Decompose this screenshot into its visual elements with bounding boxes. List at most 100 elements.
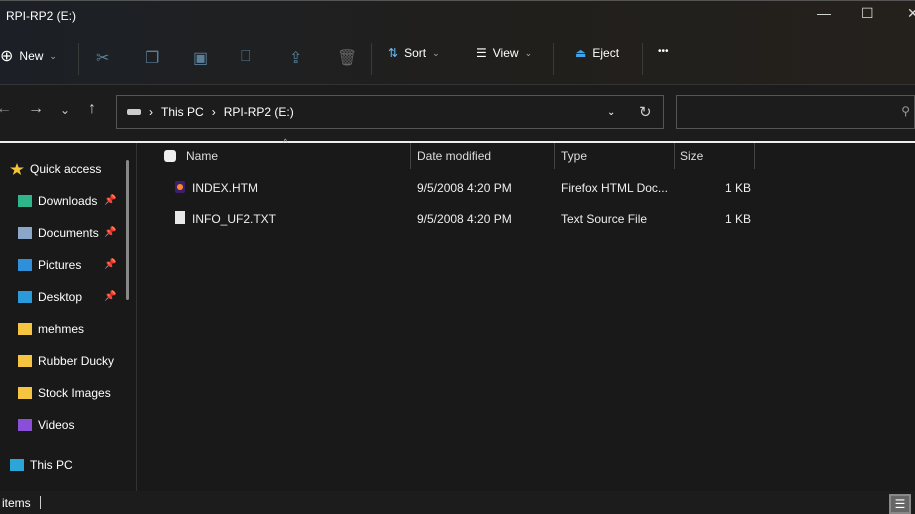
plus-circle-icon: ⊕ [0, 48, 14, 65]
address-dropdown-icon[interactable]: ⌄ [607, 107, 615, 118]
picture-icon [18, 259, 32, 271]
eject-button[interactable]: ⏏ Eject [575, 46, 619, 60]
more-button[interactable]: ••• [658, 46, 669, 57]
details-view-icon[interactable]: ☰ [889, 494, 911, 514]
column-divider[interactable] [410, 143, 411, 169]
desktop-icon [18, 291, 32, 303]
forward-icon[interactable]: → [28, 100, 44, 118]
view-icon: ☰ [476, 46, 487, 60]
recent-chevron-icon[interactable]: ⌄ [60, 103, 70, 117]
pin-icon: 📌 [104, 195, 117, 206]
minimize-button[interactable]: — [817, 5, 831, 21]
file-type: Text Source File [561, 212, 648, 226]
file-name: INDEX.HTM [192, 181, 258, 195]
delete-icon[interactable]: 🗑 [337, 48, 357, 68]
video-icon [18, 419, 32, 431]
sidebar-item-label: Pictures [38, 258, 82, 272]
sidebar-item-label: mehmes [38, 322, 85, 336]
file-row[interactable]: INDEX.HTM 9/5/2008 4:20 PM Firefox HTML … [138, 176, 915, 200]
star-icon [10, 163, 24, 175]
share-icon[interactable]: ⇪ [289, 48, 302, 68]
drive-icon [127, 109, 141, 115]
sort-up-icon: ^ [283, 138, 288, 149]
sidebar-item-quick-access[interactable]: Quick access [10, 162, 110, 176]
chevron-down-icon: ⌄ [524, 47, 533, 58]
view-button[interactable]: ☰ View ⌄ [476, 46, 532, 60]
sidebar-item-label: Desktop [38, 290, 83, 304]
rename-icon[interactable]: ⎕ [241, 48, 251, 66]
divider [40, 496, 41, 509]
sidebar-item-mehmes[interactable]: mehmes [18, 322, 118, 336]
breadcrumb-this-pc[interactable]: This PC [161, 105, 204, 119]
file-row[interactable]: INFO_UF2.TXT 9/5/2008 4:20 PM Text Sourc… [138, 207, 915, 231]
sidebar-item-label: Rubber Ducky P [38, 354, 118, 368]
close-button[interactable]: ✕ [907, 5, 915, 22]
select-all-checkbox[interactable] [164, 150, 176, 162]
computer-icon [10, 459, 24, 471]
sidebar-item-stock-images[interactable]: Stock Images [18, 386, 118, 400]
refresh-icon[interactable]: ↻ [639, 103, 652, 121]
sidebar-item-downloads[interactable]: Downloads [18, 194, 118, 208]
divider [371, 43, 372, 75]
column-date-modified[interactable]: Date modified [417, 149, 491, 163]
folder-icon [18, 387, 32, 399]
file-name: INFO_UF2.TXT [192, 212, 277, 226]
sort-button[interactable]: ⇅ Sort ⌄ [388, 46, 440, 60]
address-bar[interactable]: › This PC › RPI-RP2 (E:) ⌄ ↻ [116, 95, 664, 129]
sidebar-item-label: Quick access [30, 162, 102, 176]
chevron-down-icon: ⌄ [49, 50, 57, 61]
copy-icon[interactable]: ❐ [145, 48, 159, 68]
eject-icon: ⏏ [575, 46, 587, 60]
new-label: New [19, 49, 44, 63]
sidebar-item-label: This PC [30, 458, 73, 472]
sidebar-item-pictures[interactable]: Pictures [18, 258, 118, 272]
sidebar-item-rubber-ducky-p[interactable]: Rubber Ducky P [18, 354, 118, 368]
folder-icon [18, 323, 32, 335]
sidebar-item-label: Documents [38, 226, 99, 240]
sort-label: Sort [404, 46, 427, 60]
sidebar-item-videos[interactable]: Videos [18, 418, 118, 432]
breadcrumb-drive[interactable]: RPI-RP2 (E:) [224, 105, 294, 119]
divider [553, 43, 554, 75]
column-divider[interactable] [754, 143, 755, 169]
new-button[interactable]: ⊕ New ⌄ [0, 46, 57, 66]
sidebar-item-desktop[interactable]: Desktop [18, 290, 118, 304]
divider [78, 43, 79, 75]
column-name[interactable]: Name [186, 149, 218, 163]
column-size[interactable]: Size [680, 149, 703, 163]
paste-icon[interactable]: ▣ [193, 48, 208, 68]
column-header: ^ Name Date modified Type Size [138, 138, 915, 169]
file-date: 9/5/2008 4:20 PM [417, 212, 512, 226]
firefox-html-icon [175, 181, 185, 193]
text-file-icon [175, 211, 185, 224]
window-title: RPI-RP2 (E:) [6, 9, 77, 23]
sidebar-item-documents[interactable]: Documents [18, 226, 118, 240]
chevron-down-icon: ⌄ [432, 47, 440, 58]
eject-label: Eject [592, 46, 620, 60]
sidebar-item-label: Stock Images [38, 386, 111, 400]
file-size: 1 KB [725, 181, 752, 195]
cut-icon[interactable]: ✂ [96, 48, 109, 68]
breadcrumb-chevron-icon: › [211, 105, 216, 119]
search-input[interactable]: ⚲ [676, 95, 915, 129]
breadcrumb-chevron-icon: › [149, 105, 153, 119]
file-type: Firefox HTML Doc... [561, 181, 668, 195]
pin-icon: 📌 [104, 291, 117, 302]
sidebar-scrollbar[interactable] [126, 160, 129, 300]
title-and-toolbar: RPI-RP2 (E:) — ☐ ✕ ⊕ New ⌄ ✂ ❐ ▣ ⎕ ⇪ 🗑 ⇅ So… [0, 0, 915, 85]
sidebar-item-this-pc[interactable]: This PC [10, 458, 110, 472]
sidebar-item-label: Videos [38, 418, 75, 432]
view-label: View [492, 46, 519, 60]
pin-icon: 📌 [104, 227, 117, 238]
back-icon[interactable]: ← [0, 100, 12, 118]
column-divider[interactable] [674, 143, 675, 169]
download-icon [18, 195, 32, 207]
column-type[interactable]: Type [561, 149, 587, 163]
pin-icon: 📌 [104, 259, 117, 270]
column-divider[interactable] [554, 143, 555, 169]
file-size: 1 KB [725, 212, 752, 226]
file-date: 9/5/2008 4:20 PM [417, 181, 512, 195]
divider [642, 43, 643, 75]
up-icon[interactable]: ↑ [88, 100, 96, 118]
maximize-button[interactable]: ☐ [861, 5, 874, 22]
